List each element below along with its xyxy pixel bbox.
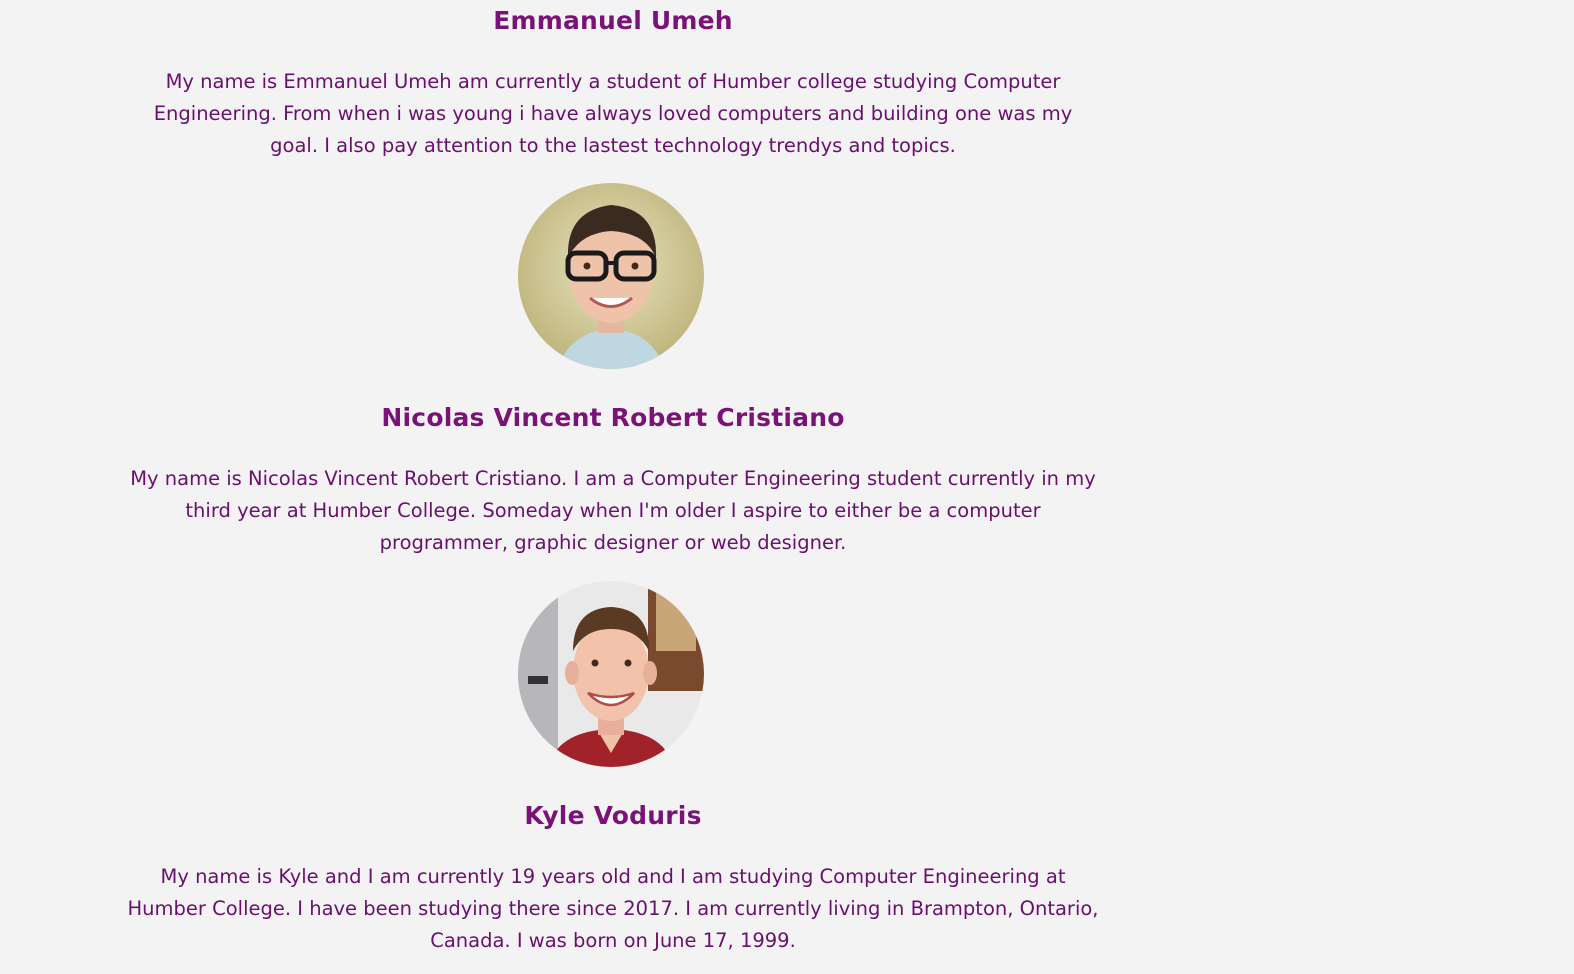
member-emmanuel: Emmanuel Umeh My name is Emmanuel Umeh a…	[122, 6, 1104, 162]
portrait-image	[518, 183, 704, 369]
member-bio: My name is Kyle and I am currently 19 ye…	[127, 865, 1099, 952]
avatar-photo	[518, 183, 704, 369]
member-bio: My name is Emmanuel Umeh am currently a …	[153, 70, 1073, 157]
member-name: Emmanuel Umeh	[493, 6, 733, 35]
member-name: Kyle Voduris	[524, 801, 702, 830]
avatar-photo	[518, 581, 704, 767]
member-bio: My name is Nicolas Vincent Robert Cristi…	[130, 467, 1096, 554]
member-nicolas: Nicolas Vincent Robert Cristiano My name…	[122, 403, 1104, 559]
portrait-image	[518, 581, 704, 767]
member-kyle: Kyle Voduris My name is Kyle and I am cu…	[122, 801, 1104, 957]
member-name: Nicolas Vincent Robert Cristiano	[381, 403, 845, 432]
